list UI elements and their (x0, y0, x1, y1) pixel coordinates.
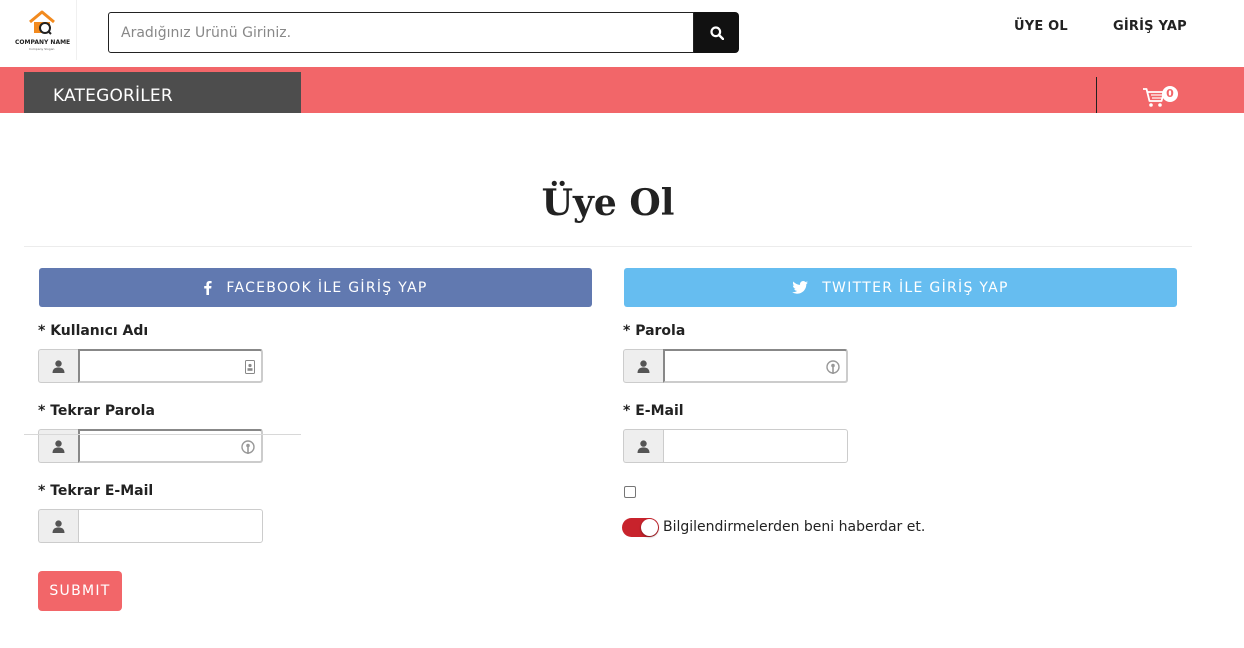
page-title: Üye Ol (541, 182, 675, 224)
toggle-knob (641, 519, 658, 536)
submit-button[interactable]: SUBMIT (38, 571, 122, 611)
company-name: COMPANY NAME (15, 39, 71, 46)
user-icon (52, 519, 65, 533)
categories-menu-button[interactable]: KATEGORİLER (24, 72, 301, 113)
facebook-login-button[interactable]: FACEBOOK İLE GİRİŞ YAP (39, 268, 592, 307)
user-icon-addon (623, 429, 663, 463)
notify-toggle[interactable] (622, 518, 659, 537)
user-icon-addon (38, 349, 78, 383)
user-icon (52, 439, 65, 453)
twitter-login-button[interactable]: TWITTER İLE GİRİŞ YAP (624, 268, 1177, 307)
username-input[interactable] (78, 349, 263, 383)
user-icon-addon (38, 509, 78, 543)
cart-count-badge: 0 (1162, 86, 1178, 102)
email-input-group (623, 429, 848, 463)
user-icon-addon (623, 349, 663, 383)
key-icon (826, 360, 840, 374)
username-input-group (38, 349, 263, 383)
search-button[interactable] (694, 12, 739, 53)
password-input[interactable] (663, 349, 848, 383)
house-cart-icon (29, 10, 55, 35)
search-icon (709, 25, 724, 40)
nav-login-link[interactable]: GİRİŞ YAP (1113, 19, 1187, 34)
facebook-icon (204, 281, 212, 295)
contact-card-icon (245, 360, 255, 374)
user-icon (637, 359, 650, 373)
password-input-group (623, 349, 848, 383)
email-label: * E-Mail (623, 403, 684, 419)
company-tagline: Company Slogan (29, 47, 55, 51)
title-divider (24, 246, 1192, 247)
password-label: * Parola (623, 323, 686, 339)
repeat-password-label: * Tekrar Parola (38, 403, 155, 419)
email-input[interactable] (663, 429, 848, 463)
repeat-email-label: * Tekrar E-Mail (38, 483, 154, 499)
username-label: * Kullanıcı Adı (38, 323, 149, 339)
repeat-email-input-group (38, 509, 263, 543)
facebook-login-label: FACEBOOK İLE GİRİŞ YAP (226, 279, 428, 296)
terms-checkbox[interactable] (624, 486, 636, 498)
repeat-email-input[interactable] (78, 509, 263, 543)
notify-toggle-label: Bilgilendirmelerden beni haberdar et. (663, 519, 926, 535)
key-icon (241, 440, 255, 454)
nav-register-link[interactable]: ÜYE OL (1014, 19, 1068, 34)
twitter-login-label: TWITTER İLE GİRİŞ YAP (822, 279, 1009, 296)
user-icon (637, 439, 650, 453)
company-logo[interactable]: COMPANY NAME Company Slogan (9, 0, 77, 60)
user-icon (52, 359, 65, 373)
search-input[interactable] (108, 12, 694, 53)
stray-divider (24, 434, 301, 435)
bar-divider (1096, 77, 1097, 113)
twitter-icon (792, 281, 809, 294)
